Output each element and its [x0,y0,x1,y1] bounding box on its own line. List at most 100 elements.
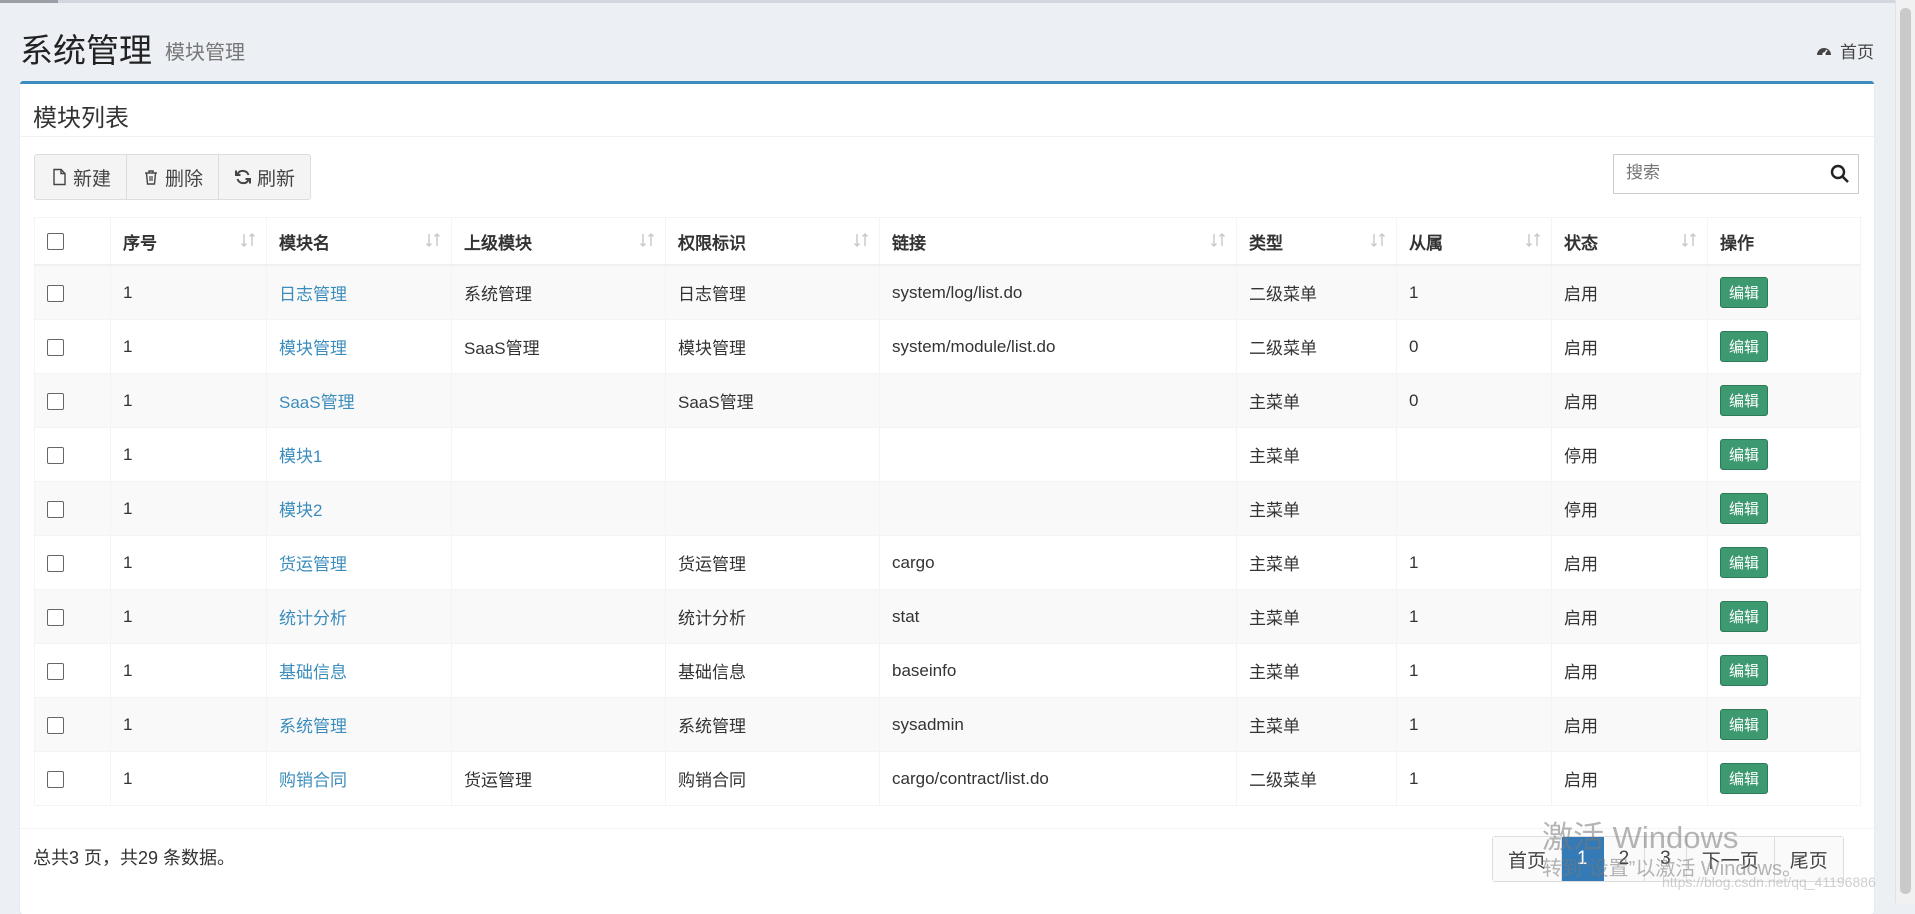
edit-button[interactable]: 编辑 [1720,439,1769,470]
module-name-link[interactable]: SaaS管理 [279,393,355,412]
sort-icon [426,233,440,247]
row-checkbox[interactable] [47,338,64,356]
module-name-link[interactable]: 日志管理 [279,285,347,304]
cell-type: 主菜单 [1236,697,1397,752]
page-title: 系统管理 [20,32,152,69]
new-button[interactable]: 新建 [35,155,128,199]
row-checkbox[interactable] [47,554,64,572]
cell-permission: 系统管理 [665,697,880,752]
cell-permission: 日志管理 [665,264,880,320]
cell-belong: 1 [1396,643,1552,698]
column-header-parent[interactable]: 上级模块 [451,217,666,266]
edit-button[interactable]: 编辑 [1720,493,1769,524]
table-row: 1 日志管理 系统管理 日志管理 system/log/list.do 二级菜单… [34,264,1861,320]
cell-belong: 1 [1396,264,1552,320]
breadcrumb-home-link[interactable]: 首页 [1840,38,1874,63]
refresh-button[interactable]: 刷新 [219,155,310,199]
sort-icon [1526,233,1540,247]
edit-button[interactable]: 编辑 [1720,385,1769,416]
edit-button[interactable]: 编辑 [1720,547,1769,578]
table-row: 1 系统管理 系统管理 sysadmin 主菜单 1 启用 编辑 [34,697,1861,752]
delete-button-label: 删除 [165,168,204,190]
cell-permission: 统计分析 [665,589,880,644]
cell-type: 二级菜单 [1236,319,1397,374]
row-checkbox[interactable] [47,284,64,302]
column-header-permission[interactable]: 权限标识 [665,217,880,266]
module-name-link[interactable]: 模块1 [279,447,322,466]
edit-button[interactable]: 编辑 [1720,709,1769,740]
cell-parent: SaaS管理 [451,319,666,374]
cell-link: system/log/list.do [879,264,1237,320]
new-button-label: 新建 [73,168,112,190]
cell-permission: 模块管理 [665,319,880,374]
module-name-link[interactable]: 统计分析 [279,609,347,628]
module-name-link[interactable]: 货运管理 [279,555,347,574]
table-row: 1 货运管理 货运管理 cargo 主菜单 1 启用 编辑 [34,535,1861,590]
cell-status: 启用 [1551,643,1708,698]
cell-belong: 0 [1396,319,1552,374]
edit-button[interactable]: 编辑 [1720,331,1769,362]
vertical-scrollbar[interactable] [1895,0,1915,903]
search-input[interactable] [1614,155,1838,191]
breadcrumb[interactable]: 首页 [1816,38,1874,63]
source-url-watermark: https://blog.csdn.net/qq_41196886 [1662,874,1876,890]
module-name-link[interactable]: 模块管理 [279,339,347,358]
edit-button[interactable]: 编辑 [1720,655,1769,686]
select-all-checkbox[interactable] [47,233,64,251]
row-checkbox[interactable] [47,608,64,626]
sort-icon [1211,233,1225,247]
column-header-belong[interactable]: 从属 [1396,217,1552,266]
edit-button[interactable]: 编辑 [1720,601,1769,632]
row-select-cell [34,264,111,320]
cell-action: 编辑 [1707,589,1861,644]
sort-icon [854,233,868,247]
column-header-type[interactable]: 类型 [1236,217,1397,266]
cell-parent [451,697,666,752]
top-border [0,0,1915,3]
cell-type: 主菜单 [1236,373,1397,428]
module-list-panel: 模块列表 新建 删除 刷新 序号 模块名 上级模块 [20,81,1874,914]
edit-button[interactable]: 编辑 [1720,277,1769,308]
module-name-link[interactable]: 系统管理 [279,717,347,736]
module-name-link[interactable]: 基础信息 [279,663,347,682]
column-header-no[interactable]: 序号 [110,217,267,266]
cell-permission: 货运管理 [665,535,880,590]
cell-name: 统计分析 [266,589,452,644]
cell-parent [451,589,666,644]
pagination-summary: 总共3 页，共29 条数据。 [33,848,236,868]
cell-no: 1 [110,373,267,428]
table-row: 1 基础信息 基础信息 baseinfo 主菜单 1 启用 编辑 [34,643,1861,698]
row-checkbox[interactable] [47,446,64,464]
column-header-link[interactable]: 链接 [879,217,1237,266]
module-name-link[interactable]: 购销合同 [279,771,347,790]
row-checkbox[interactable] [47,392,64,410]
cell-parent [451,535,666,590]
cell-action: 编辑 [1707,373,1861,428]
row-select-cell [34,589,111,644]
cell-parent: 系统管理 [451,264,666,320]
module-name-link[interactable]: 模块2 [279,501,322,520]
row-checkbox[interactable] [47,662,64,680]
edit-button[interactable]: 编辑 [1720,763,1769,794]
cell-link: sysadmin [879,697,1237,752]
cell-name: 模块1 [266,427,452,482]
row-checkbox[interactable] [47,500,64,518]
cell-type: 二级菜单 [1236,264,1397,320]
toolbar: 新建 删除 刷新 [34,154,312,200]
panel-header: 模块列表 [20,84,1874,137]
column-header-status[interactable]: 状态 [1551,217,1708,266]
cell-name: 系统管理 [266,697,452,752]
cell-no: 1 [110,589,267,644]
cell-no: 1 [110,751,267,806]
scrollbar-thumb[interactable] [1900,8,1911,894]
row-select-cell [34,535,111,590]
cell-name: 基础信息 [266,643,452,698]
row-checkbox[interactable] [47,716,64,734]
cell-link [879,373,1237,428]
cell-status: 启用 [1551,589,1708,644]
delete-button[interactable]: 删除 [127,155,220,199]
table-row: 1 购销合同 货运管理 购销合同 cargo/contract/list.do … [34,751,1861,806]
row-checkbox[interactable] [47,770,64,788]
search-icon[interactable] [1830,164,1850,184]
column-header-name[interactable]: 模块名 [266,217,452,266]
